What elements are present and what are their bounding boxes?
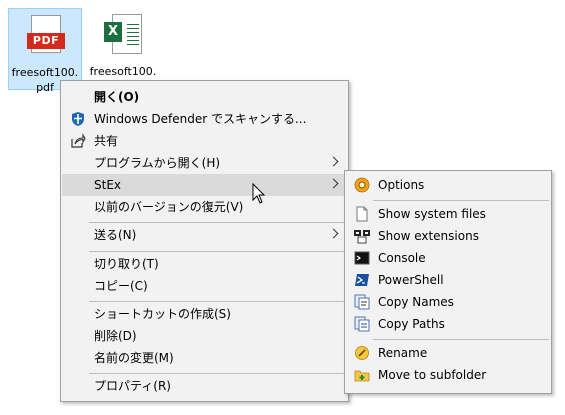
menu-item-label: コピー(C) [94, 279, 148, 293]
move-folder-icon [354, 370, 370, 382]
menu-item-defender-scan[interactable]: Windows Defender でスキャンする... [62, 108, 347, 130]
excel-file-icon: X [104, 14, 142, 62]
menu-item-label: 名前の変更(M) [94, 351, 174, 365]
menu-separator [373, 200, 549, 201]
submenu-item-label: Copy Paths [378, 317, 445, 331]
copy-paths-icon [354, 316, 370, 332]
menu-item-restore-versions[interactable]: 以前のバージョンの復元(V) [62, 196, 347, 218]
submenu-item-show-extensions[interactable]: Show extensions [346, 225, 550, 247]
menu-item-label: ショートカットの作成(S) [94, 307, 231, 321]
stex-submenu: Options Show system files Show extension… [344, 170, 552, 394]
extensions-icon [354, 230, 370, 244]
menu-item-label: 開く(O) [94, 90, 140, 104]
options-gear-icon [354, 177, 370, 193]
chevron-right-icon [328, 178, 339, 189]
submenu-item-label: Show extensions [378, 229, 479, 243]
submenu-item-console[interactable]: Console [346, 247, 550, 269]
pdf-file-icon: PDF [27, 15, 65, 63]
menu-item-label: Windows Defender でスキャンする... [94, 112, 307, 126]
menu-item-label: 削除(D) [94, 329, 137, 343]
submenu-item-label: PowerShell [378, 273, 444, 287]
menu-item-create-shortcut[interactable]: ショートカットの作成(S) [62, 303, 347, 325]
submenu-item-label: Console [378, 251, 426, 265]
menu-item-label: 共有 [94, 134, 119, 148]
submenu-item-powershell[interactable]: PowerShell [346, 269, 550, 291]
file-name: freesoft100. [89, 65, 157, 78]
share-icon [71, 133, 86, 148]
system-file-icon [356, 206, 368, 222]
menu-separator [89, 373, 346, 374]
menu-item-open-with[interactable]: プログラムから開く(H) [62, 152, 347, 174]
menu-item-label: 送る(N) [94, 228, 137, 242]
powershell-icon [355, 274, 369, 286]
console-icon [354, 251, 370, 265]
menu-item-rename[interactable]: 名前の変更(M) [62, 347, 347, 369]
menu-item-label: 切り取り(T) [94, 257, 159, 271]
menu-item-share[interactable]: 共有 [62, 130, 347, 152]
submenu-item-copy-names[interactable]: Copy Names [346, 291, 550, 313]
submenu-item-options[interactable]: Options [346, 174, 550, 196]
menu-separator [89, 222, 346, 223]
menu-item-label: プロパティ(R) [94, 379, 171, 393]
file-excel[interactable]: X freesoft100. [86, 8, 160, 90]
menu-separator [89, 301, 346, 302]
menu-item-label: StEx [94, 178, 122, 192]
menu-item-label: プログラムから開く(H) [94, 156, 221, 170]
chevron-right-icon [328, 156, 339, 167]
shield-icon [72, 112, 84, 126]
submenu-item-label: Move to subfolder [378, 368, 487, 382]
menu-item-cut[interactable]: 切り取り(T) [62, 253, 347, 275]
submenu-item-label: Copy Names [378, 295, 454, 309]
menu-item-label: 以前のバージョンの復元(V) [94, 200, 244, 214]
menu-item-delete[interactable]: 削除(D) [62, 325, 347, 347]
submenu-item-rename[interactable]: Rename [346, 342, 550, 364]
submenu-item-show-system-files[interactable]: Show system files [346, 203, 550, 225]
submenu-item-label: Options [378, 178, 425, 192]
file-pdf[interactable]: PDF freesoft100. pdf [8, 8, 82, 94]
context-menu: 開く(O) Windows Defender でスキャンする... 共有 プログ… [60, 80, 349, 402]
copy-names-icon [354, 294, 370, 310]
menu-item-copy[interactable]: コピー(C) [62, 275, 347, 297]
mouse-cursor-icon [252, 183, 266, 204]
submenu-item-copy-paths[interactable]: Copy Paths [346, 313, 550, 335]
menu-separator [373, 339, 549, 340]
menu-item-open[interactable]: 開く(O) [62, 86, 347, 108]
menu-separator [89, 251, 346, 252]
chevron-right-icon [328, 228, 339, 239]
submenu-item-label: Show system files [378, 207, 486, 221]
rename-icon [355, 346, 369, 360]
submenu-item-move-to-subfolder[interactable]: Move to subfolder [346, 364, 550, 386]
submenu-item-label: Rename [378, 346, 428, 360]
menu-item-stex[interactable]: StEx [62, 174, 347, 196]
menu-item-properties[interactable]: プロパティ(R) [62, 375, 347, 397]
menu-item-send-to[interactable]: 送る(N) [62, 224, 347, 246]
